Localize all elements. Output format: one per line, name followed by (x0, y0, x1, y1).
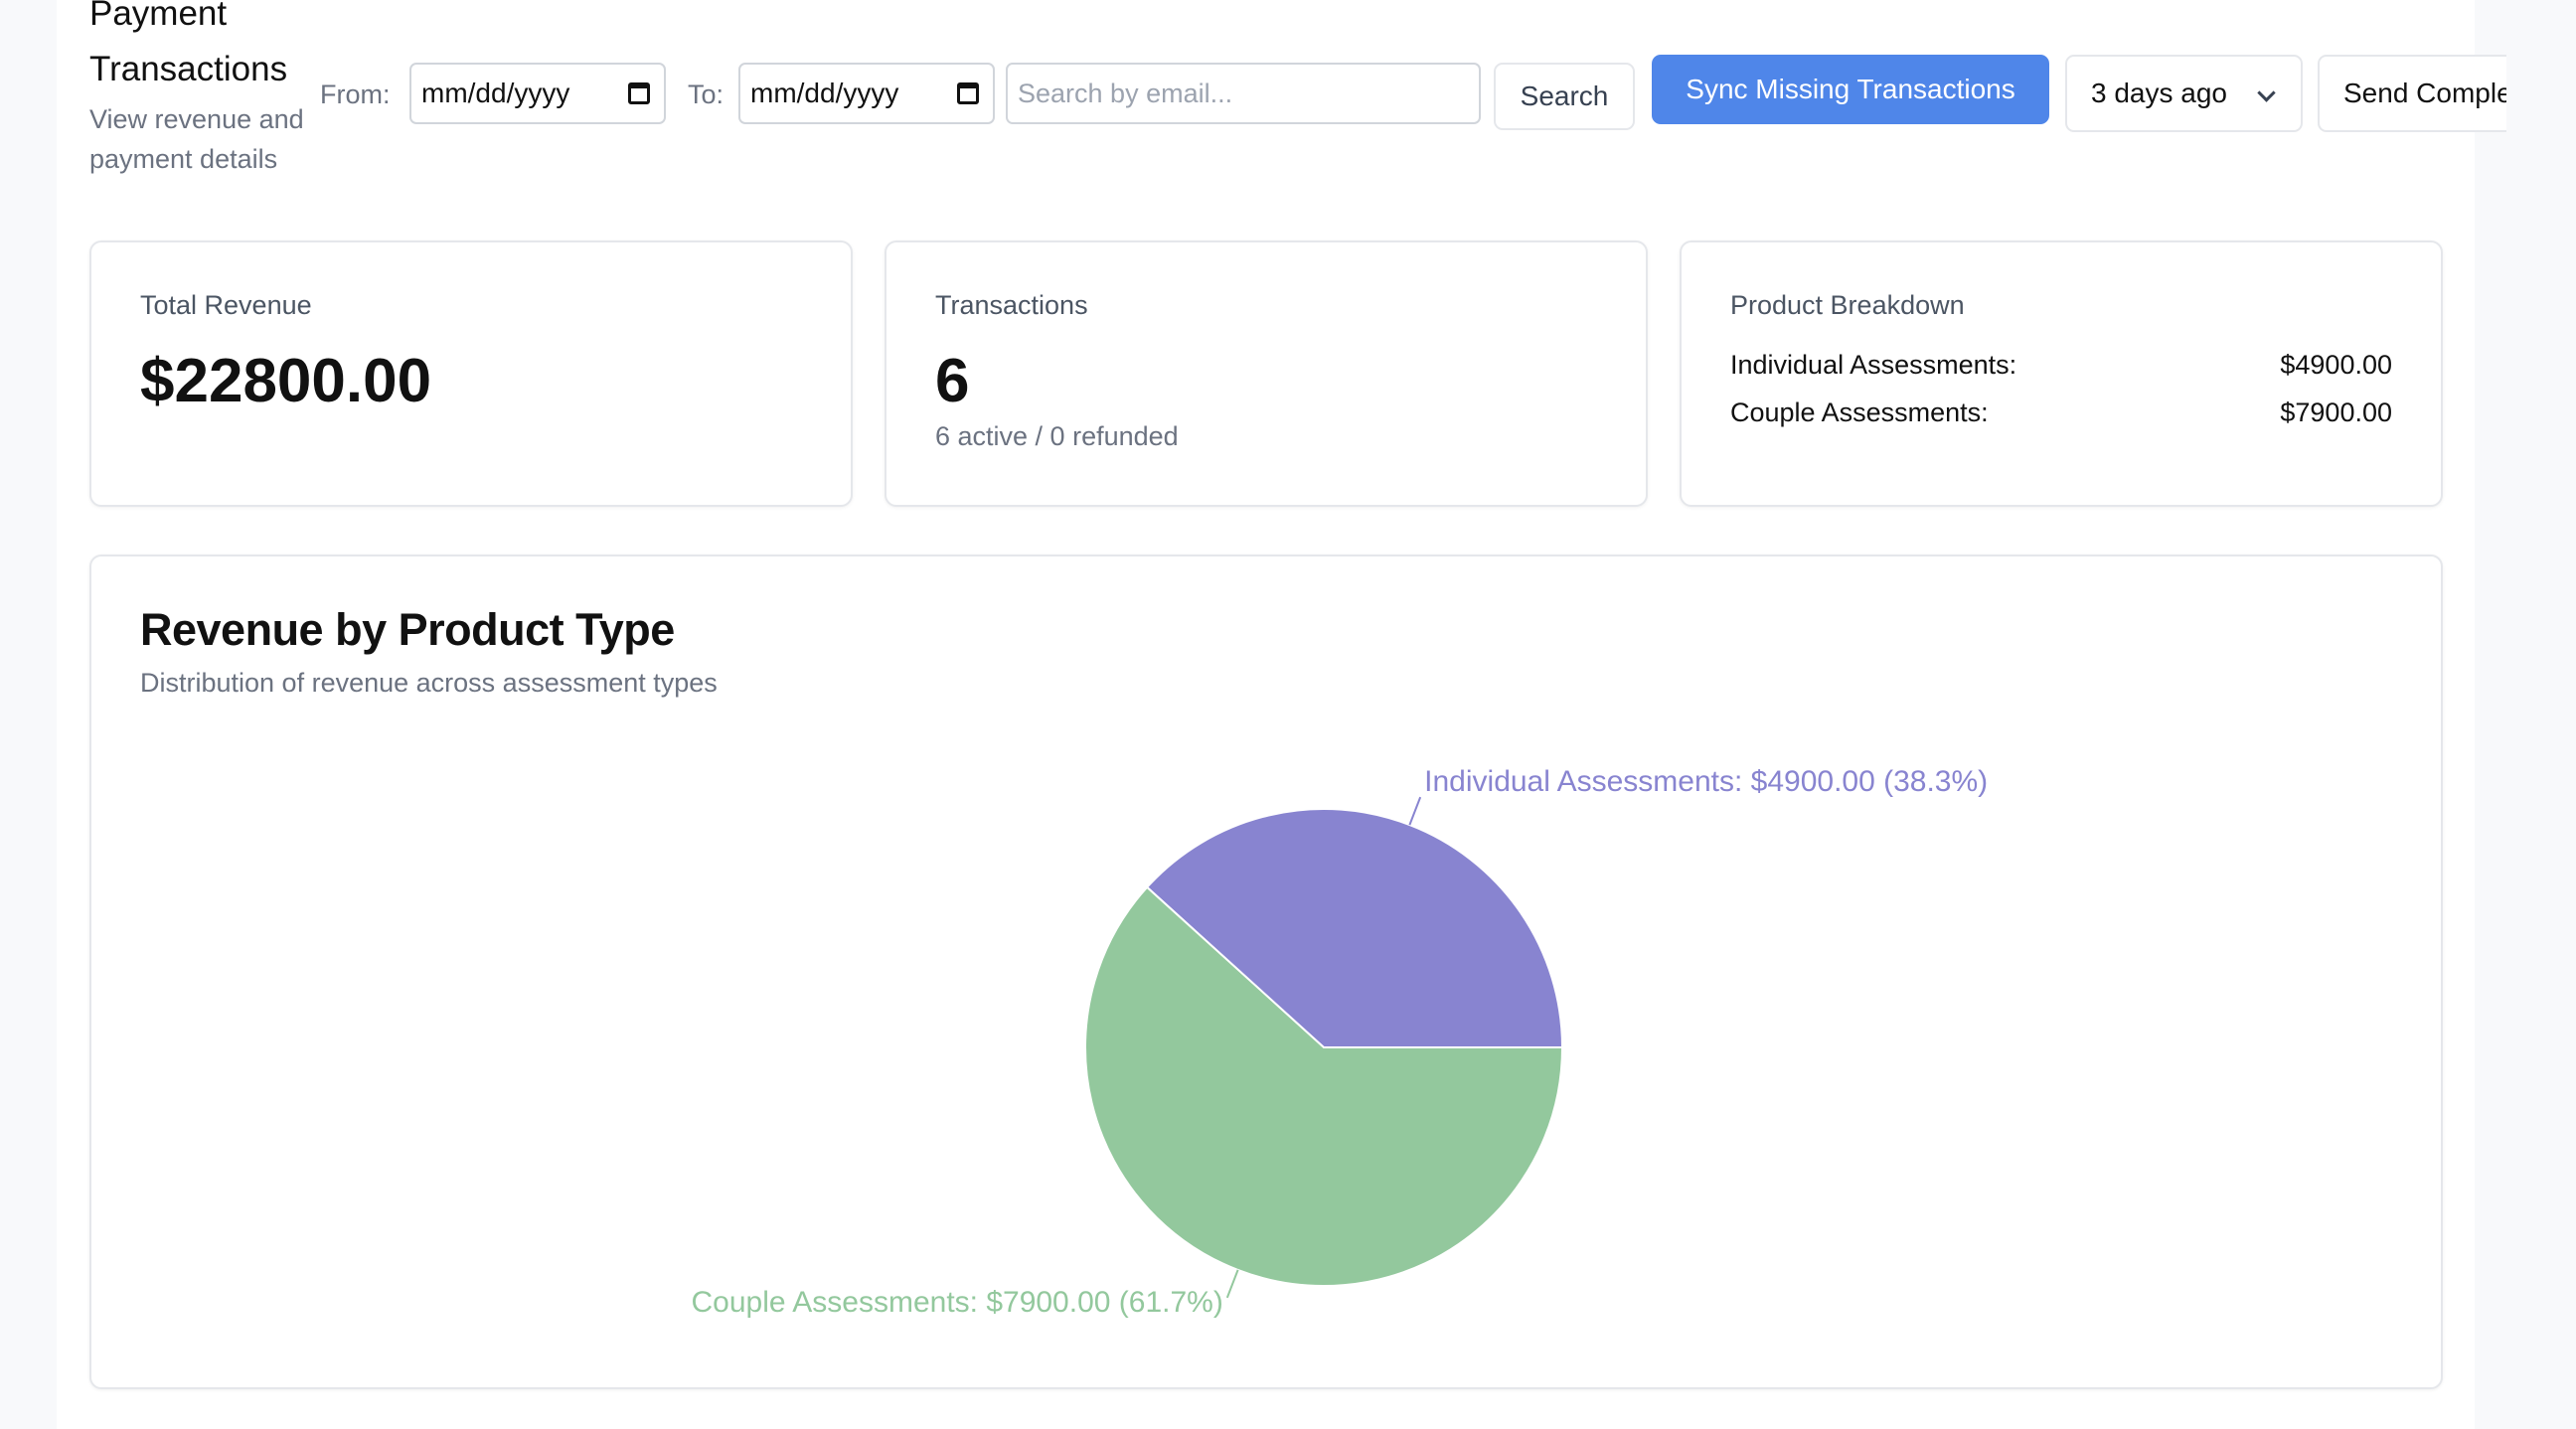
to-date-value: mm/dd/yyyy (750, 78, 899, 108)
product-breakdown-label: Product Breakdown (1730, 290, 1965, 320)
product-breakdown-card: Product Breakdown Individual Assessments… (1680, 240, 2443, 507)
page-header: Payment Transactions View revenue and pa… (89, 0, 2506, 214)
total-revenue-label: Total Revenue (140, 290, 312, 320)
total-revenue-card: Total Revenue $22800.00 (89, 240, 853, 507)
pie-leader-line (1408, 796, 1422, 826)
pie-leader-line (1225, 1269, 1239, 1299)
from-date-input[interactable]: mm/dd/yyyy (409, 63, 666, 124)
calendar-icon[interactable] (957, 82, 979, 104)
page-subtitle: View revenue and payment details (89, 104, 304, 174)
calendar-icon[interactable] (628, 82, 650, 104)
breakdown-row-couple: Couple Assessments: $7900.00 (1730, 397, 2392, 428)
pie-slice-label: Individual Assessments: $4900.00 (38.3%) (1424, 765, 1988, 798)
from-label: From: (320, 79, 391, 109)
title-block: Payment Transactions View revenue and pa… (89, 0, 318, 179)
filter-bar: From: mm/dd/yyyy To: mm/dd/yyyy Search b… (320, 55, 2506, 134)
transactions-label: Transactions (935, 290, 1088, 320)
revenue-pie-chart: Individual Assessments: $4900.00 (38.3%)… (692, 765, 1989, 1319)
transactions-card: Transactions 6 6 active / 0 refunded (885, 240, 1648, 507)
pie-slice-label: Couple Assessments: $7900.00 (61.7%) (692, 1286, 1223, 1319)
breakdown-row-name: Couple Assessments: (1730, 397, 1989, 427)
to-label: To: (688, 79, 724, 109)
date-range-select[interactable]: 3 days ago (2065, 55, 2303, 132)
breakdown-row-name: Individual Assessments: (1730, 350, 2017, 380)
main-page: Payment Transactions View revenue and pa… (57, 0, 2506, 1429)
transactions-count: 6 (935, 347, 970, 415)
page-title: Payment Transactions (89, 0, 288, 88)
search-button[interactable]: Search (1494, 63, 1635, 130)
total-revenue-value: $22800.00 (140, 347, 432, 415)
send-completion-button[interactable]: Send Completion (2318, 55, 2506, 132)
search-placeholder: Search by email... (1018, 79, 1233, 108)
breakdown-row-individual: Individual Assessments: $4900.00 (1730, 350, 2392, 381)
breakdown-row-value: $7900.00 (2280, 397, 2392, 427)
transactions-status: 6 active / 0 refunded (935, 421, 1179, 451)
search-input[interactable]: Search by email... (1006, 63, 1481, 124)
from-date-value: mm/dd/yyyy (421, 78, 570, 108)
to-date-input[interactable]: mm/dd/yyyy (738, 63, 995, 124)
sync-missing-transactions-button[interactable]: Sync Missing Transactions (1652, 55, 2049, 124)
breakdown-row-value: $4900.00 (2280, 350, 2392, 380)
revenue-chart-panel: Revenue by Product Type Distribution of … (89, 555, 2443, 1389)
date-range-value: 3 days ago (2091, 78, 2227, 108)
chevron-down-icon (2257, 83, 2276, 102)
